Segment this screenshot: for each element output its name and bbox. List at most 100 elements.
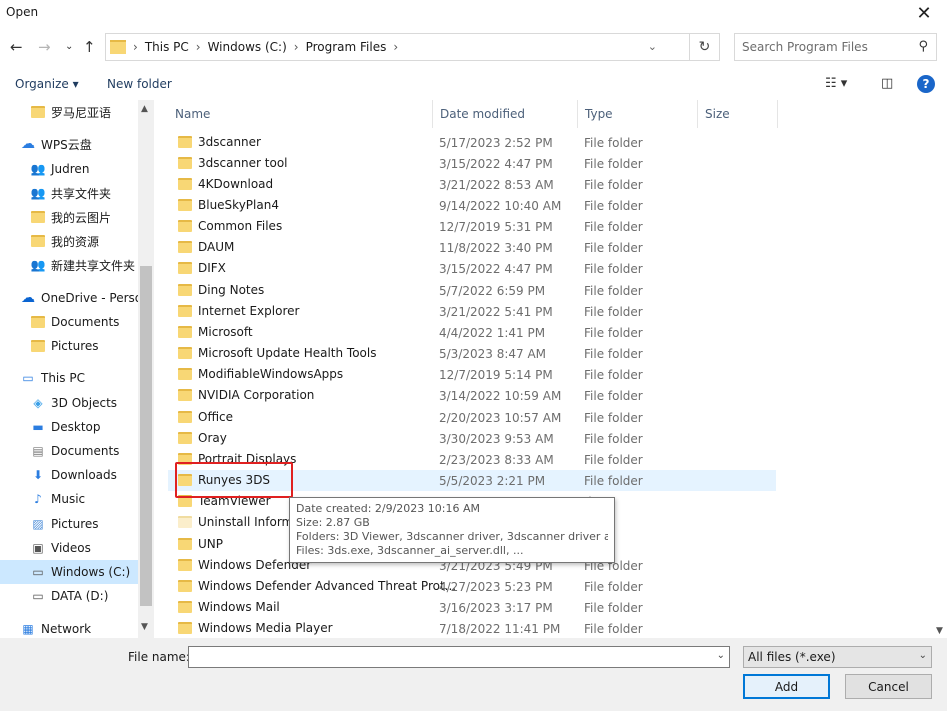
file-type-filter[interactable]: All files (*.exe) ⌄ bbox=[743, 646, 932, 668]
file-type: File folder bbox=[584, 411, 643, 425]
nav-item-shared-folder[interactable]: 👥 共享文件夹 bbox=[0, 181, 140, 205]
command-bar: Organize ▾ New folder ☷ ▾ ◫ ? bbox=[0, 70, 947, 100]
chevron-right-icon[interactable]: › bbox=[393, 40, 398, 54]
file-row[interactable]: Ding Notes 5/7/2022 6:59 PM File folder bbox=[168, 280, 776, 301]
nav-item-desktop[interactable]: ▬ Desktop bbox=[0, 415, 140, 439]
column-header-size[interactable]: Size bbox=[698, 100, 778, 128]
people-icon: 👥 bbox=[30, 162, 46, 176]
organize-button[interactable]: Organize ▾ bbox=[15, 77, 79, 91]
file-row[interactable]: Common Files 12/7/2019 5:31 PM File fold… bbox=[168, 216, 776, 237]
file-list-scrollbar[interactable]: ▼ bbox=[934, 100, 947, 638]
chevron-right-icon[interactable]: › bbox=[133, 40, 138, 54]
cancel-button[interactable]: Cancel bbox=[845, 674, 932, 699]
nav-item-videos[interactable]: ▣ Videos bbox=[0, 536, 140, 560]
file-row[interactable]: Microsoft 4/4/2022 1:41 PM File folder bbox=[168, 322, 776, 343]
back-arrow-icon[interactable]: ← bbox=[10, 38, 23, 56]
file-row[interactable]: ModifiableWindowsApps 12/7/2019 5:14 PM … bbox=[168, 364, 776, 385]
file-name: 3dscanner bbox=[198, 135, 261, 149]
nav-item-documents[interactable]: ▤ Documents bbox=[0, 439, 140, 463]
address-bar[interactable]: › This PC › Windows (C:) › Program Files… bbox=[105, 33, 690, 61]
chevron-down-icon[interactable]: ⌄ bbox=[717, 650, 725, 661]
nav-pane-scrollbar[interactable]: ▲ ▼ bbox=[138, 100, 154, 638]
nav-item-my-resources[interactable]: 我的资源 bbox=[0, 229, 140, 253]
file-row[interactable]: Windows Defender Advanced Threat Prot...… bbox=[168, 576, 776, 597]
nav-item-network[interactable]: ▦ Network bbox=[0, 617, 140, 638]
file-row[interactable]: Portrait Displays 2/23/2023 8:33 AM File… bbox=[168, 449, 776, 470]
breadcrumb-program-files[interactable]: Program Files bbox=[306, 40, 387, 54]
search-input[interactable]: Search Program Files ⚲ bbox=[734, 33, 937, 61]
folder-icon bbox=[178, 368, 192, 380]
file-row[interactable]: Oray 3/30/2023 9:53 AM File folder bbox=[168, 428, 776, 449]
scroll-down-icon[interactable]: ▼ bbox=[936, 626, 943, 636]
chevron-right-icon[interactable]: › bbox=[196, 40, 201, 54]
file-row[interactable]: NVIDIA Corporation 3/14/2022 10:59 AM Fi… bbox=[168, 385, 776, 406]
file-row[interactable]: Internet Explorer 3/21/2022 5:41 PM File… bbox=[168, 301, 776, 322]
file-row[interactable]: 3dscanner 5/17/2023 2:52 PM File folder bbox=[168, 132, 776, 153]
nav-item-onedrive-documents[interactable]: Documents bbox=[0, 310, 140, 334]
nav-item-data-d[interactable]: ▭ DATA (D:) bbox=[0, 584, 140, 608]
column-header-date[interactable]: Date modified bbox=[433, 100, 578, 128]
nav-item-romanian[interactable]: 罗马尼亚语 bbox=[0, 100, 140, 124]
nav-item-judren[interactable]: 👥 Judren bbox=[0, 157, 140, 181]
forward-arrow-icon[interactable]: → bbox=[38, 38, 51, 56]
search-icon[interactable]: ⚲ bbox=[918, 39, 928, 54]
scroll-down-icon[interactable]: ▼ bbox=[141, 622, 148, 632]
file-row[interactable]: Windows Mail 3/16/2023 3:17 PM File fold… bbox=[168, 597, 776, 618]
nav-item-music[interactable]: ♪ Music bbox=[0, 487, 140, 511]
up-arrow-icon[interactable]: ↑ bbox=[83, 38, 96, 56]
file-row[interactable]: BlueSkyPlan4 9/14/2022 10:40 AM File fol… bbox=[168, 195, 776, 216]
file-row[interactable]: 3dscanner tool 3/15/2022 4:47 PM File fo… bbox=[168, 153, 776, 174]
title-bar: Open ✕ bbox=[0, 0, 947, 26]
chevron-down-icon[interactable]: ⌄ bbox=[919, 650, 927, 661]
column-header-label: Date modified bbox=[440, 107, 526, 121]
nav-item-pictures[interactable]: ▨ Pictures bbox=[0, 512, 140, 536]
nav-item-label: WPS云盘 bbox=[41, 137, 92, 152]
help-icon[interactable]: ? bbox=[917, 75, 935, 93]
file-name-input[interactable]: ⌄ bbox=[188, 646, 730, 668]
file-type: File folder bbox=[584, 220, 643, 234]
nav-item-downloads[interactable]: ⬇ Downloads bbox=[0, 463, 140, 487]
file-type: File folder bbox=[584, 241, 643, 255]
add-button[interactable]: Add bbox=[743, 674, 830, 699]
nav-item-label: 罗马尼亚语 bbox=[51, 105, 112, 120]
file-date: 4/4/2022 1:41 PM bbox=[439, 326, 546, 340]
folder-icon bbox=[178, 199, 192, 211]
scrollbar-thumb[interactable] bbox=[140, 266, 152, 606]
new-folder-button[interactable]: New folder bbox=[107, 77, 172, 91]
scroll-up-icon[interactable]: ▲ bbox=[141, 104, 148, 114]
nav-item-onedrive-pictures[interactable]: Pictures bbox=[0, 334, 140, 358]
file-date: 5/7/2022 6:59 PM bbox=[439, 284, 546, 298]
view-options-icon[interactable]: ☷ ▾ bbox=[825, 76, 847, 91]
nav-item-windows-c[interactable]: ▭ Windows (C:) bbox=[0, 560, 140, 584]
file-row[interactable]: DAUM 11/8/2022 3:40 PM File folder bbox=[168, 237, 776, 258]
file-type: File folder bbox=[584, 474, 643, 488]
dialog-footer: File name: ⌄ All files (*.exe) ⌄ Add Can… bbox=[0, 638, 947, 711]
file-row[interactable]: DIFX 3/15/2022 4:47 PM File folder bbox=[168, 258, 776, 279]
file-row-runyes-3ds[interactable]: Runyes 3DS 5/5/2023 2:21 PM File folder bbox=[168, 470, 776, 491]
preview-pane-icon[interactable]: ◫ bbox=[881, 76, 893, 91]
nav-item-wps-cloud[interactable]: ☁ WPS云盘 bbox=[0, 132, 140, 156]
nav-item-my-cloud-pictures[interactable]: 我的云图片 bbox=[0, 205, 140, 229]
breadcrumb-this-pc[interactable]: This PC bbox=[145, 40, 189, 54]
music-icon: ♪ bbox=[34, 492, 42, 506]
file-row[interactable]: 4KDownload 3/21/2022 8:53 AM File folder bbox=[168, 174, 776, 195]
recent-locations-chevron-icon[interactable]: ⌄ bbox=[65, 41, 73, 52]
file-row[interactable]: Microsoft Update Health Tools 5/3/2023 8… bbox=[168, 343, 776, 364]
nav-item-this-pc[interactable]: ▭ This PC bbox=[0, 366, 140, 390]
column-header-type[interactable]: Type bbox=[578, 100, 698, 128]
close-button[interactable]: ✕ bbox=[901, 0, 947, 26]
breadcrumb-windows-c[interactable]: Windows (C:) bbox=[208, 40, 287, 54]
tooltip-created: Date created: 2/9/2023 10:16 AM bbox=[296, 502, 481, 515]
nav-item-3d-objects[interactable]: ◈ 3D Objects bbox=[0, 391, 140, 415]
nav-item-onedrive[interactable]: ☁ OneDrive - Person bbox=[0, 286, 140, 310]
folder-icon bbox=[178, 241, 192, 253]
refresh-button[interactable]: ↻ bbox=[690, 33, 720, 61]
chevron-right-icon[interactable]: › bbox=[294, 40, 299, 54]
address-dropdown-icon[interactable]: ⌄ bbox=[648, 40, 657, 53]
nav-item-new-shared-folder[interactable]: 👥 新建共享文件夹 bbox=[0, 253, 140, 277]
folder-icon bbox=[178, 580, 192, 592]
file-row[interactable]: Windows Media Player 7/18/2022 11:41 PM … bbox=[168, 618, 776, 638]
file-row[interactable]: Office 2/20/2023 10:57 AM File folder bbox=[168, 407, 776, 428]
nav-item-label: 3D Objects bbox=[51, 396, 118, 410]
column-header-name[interactable]: ^ Name bbox=[168, 100, 433, 128]
